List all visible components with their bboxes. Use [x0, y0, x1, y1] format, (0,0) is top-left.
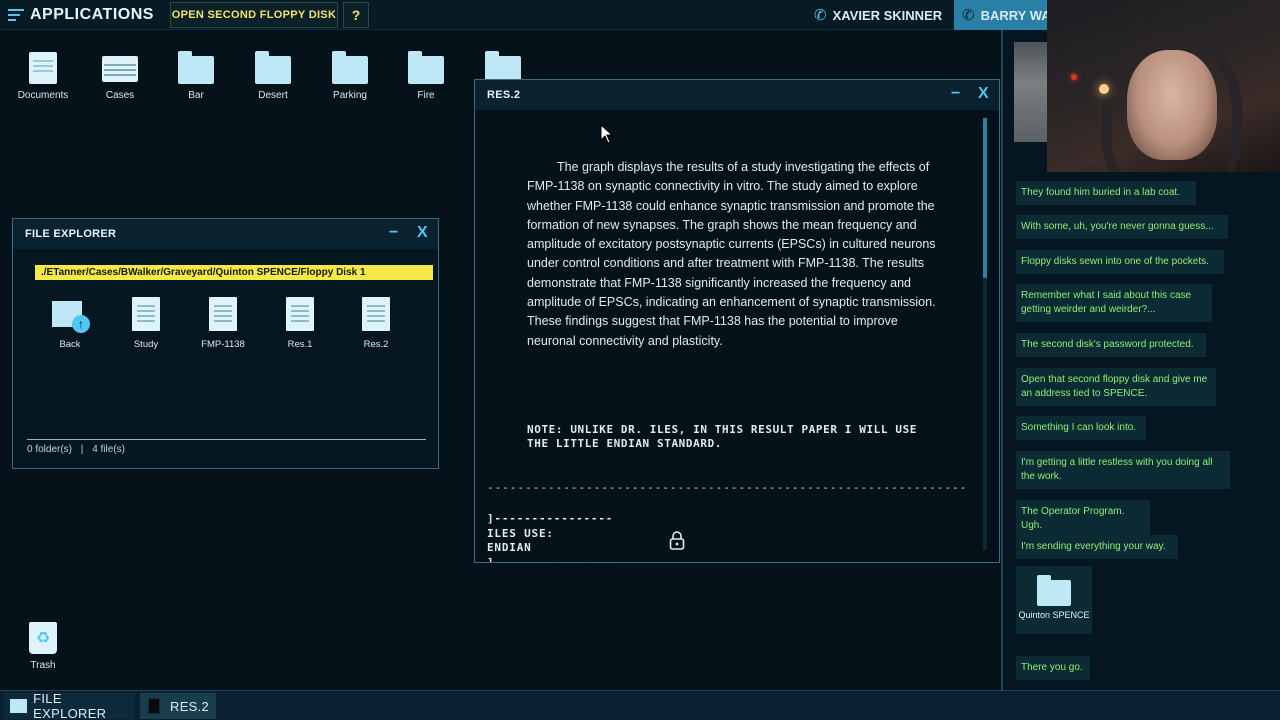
webcam-overlay	[1047, 0, 1280, 172]
desktop-icon-label: Trash	[30, 660, 56, 671]
lock-icon[interactable]	[668, 530, 686, 550]
taskbar: FILE EXPLORER RES.2	[0, 690, 1280, 720]
desktop-icon-label: Documents	[17, 90, 69, 101]
folder-icon	[408, 51, 444, 84]
phone-icon: ✆	[962, 7, 975, 24]
chat-message: The Operator Program. Ugh.	[1016, 500, 1150, 538]
folder-icon	[255, 51, 291, 84]
hamburger-menu-icon	[8, 9, 24, 21]
file-item-label: Res.1	[287, 339, 313, 350]
applications-menu-button[interactable]: APPLICATIONS	[0, 0, 168, 30]
window-title: FILE EXPLORER	[25, 228, 117, 240]
contact-portrait	[1014, 42, 1048, 142]
status-separator: |	[80, 444, 84, 455]
desktop-icon-parking[interactable]: Parking	[318, 51, 382, 101]
document-note: NOTE: UNLIKE DR. ILES, IN THIS RESULT PA…	[527, 423, 918, 450]
res2-document-window: RES.2 − X The graph displays the results…	[474, 79, 1000, 563]
desktop-icon-label: Desert	[258, 90, 288, 101]
document-icon	[148, 698, 160, 714]
call-contact-xavier[interactable]: ✆ XAVIER SKINNER	[814, 0, 954, 30]
chat-message: Something I can look into.	[1016, 416, 1146, 440]
file-item-res-1[interactable]: Res.1	[270, 297, 330, 350]
folder-icon	[10, 699, 28, 713]
taskbar-label: FILE EXPLORER	[33, 691, 107, 720]
file-icon	[362, 297, 390, 331]
file-item-study[interactable]: Study	[116, 297, 176, 350]
chat-message: There you go.	[1016, 656, 1090, 680]
taskbar-item-file-explorer[interactable]: FILE EXPLORER	[4, 691, 134, 720]
desktop-icon-label: Cases	[105, 90, 135, 101]
locked-code-block: ]---------------- ILES USE: ENDIAN ]----…	[487, 512, 614, 563]
document-scrollbar[interactable]	[983, 118, 987, 550]
document-body: The graph displays the results of a stud…	[475, 110, 983, 562]
call-contact-barry[interactable]: ✆ BARRY WA	[954, 0, 1054, 30]
folder-icon	[332, 51, 368, 84]
desktop-icon-fire[interactable]: Fire	[394, 51, 458, 101]
file-item-label: FMP-1138	[201, 339, 245, 350]
chat-message: Open that second floppy disk and give me…	[1016, 368, 1216, 406]
trash-icon	[29, 622, 57, 654]
contact-name: XAVIER SKINNER	[832, 7, 943, 23]
desktop-icon-documents[interactable]: Documents	[11, 52, 75, 101]
taskbar-item-res2[interactable]: RES.2	[140, 693, 216, 719]
chat-folder-attachment[interactable]: Quinton SPENCE	[1016, 566, 1092, 634]
document-paragraph: The graph displays the results of a stud…	[527, 160, 936, 348]
file-explorer-window: FILE EXPLORER − X ./ETanner/Cases/BWalke…	[12, 218, 439, 469]
folder-icon	[178, 51, 214, 84]
desktop-icon-trash[interactable]: Trash	[12, 622, 74, 671]
chat-message: I'm getting a little restless with you d…	[1016, 451, 1230, 489]
chat-message: I'm sending everything your way.	[1016, 535, 1178, 559]
desktop-icon-label: Fire	[417, 90, 435, 101]
file-item-label: Res.2	[363, 339, 389, 350]
attachment-label: Quinton SPENCE	[1018, 610, 1090, 620]
back-folder-icon: ↑	[52, 297, 90, 333]
res2-titlebar[interactable]: RES.2 − X	[475, 80, 999, 110]
mouse-cursor-icon	[600, 124, 614, 144]
help-button[interactable]: ?	[343, 2, 369, 28]
taskbar-label: RES.2	[170, 698, 210, 714]
file-icon	[132, 297, 160, 331]
window-title: RES.2	[487, 89, 521, 101]
chat-message: They found him buried in a lab coat.	[1016, 181, 1196, 205]
file-item-back[interactable]: ↑ Back	[40, 297, 100, 350]
chat-message: Floppy disks sewn into one of the pocket…	[1016, 250, 1224, 274]
file-item-label: Study	[133, 339, 159, 350]
phone-icon: ✆	[814, 7, 827, 24]
path-bar[interactable]: ./ETanner/Cases/BWalker/Graveyard/Quinto…	[35, 265, 433, 280]
desktop-icon-label: Parking	[333, 90, 367, 101]
folder-count: 0 folder(s)	[27, 444, 73, 455]
current-task-button[interactable]: OPEN SECOND FLOPPY DISK	[170, 2, 338, 28]
contact-name: BARRY WA	[980, 7, 1051, 23]
document-divider: ----------------------------------------…	[487, 481, 967, 494]
file-icon	[209, 297, 237, 331]
close-button[interactable]: X	[417, 224, 428, 242]
file-item-res-2[interactable]: Res.2	[346, 297, 406, 350]
file-item-label: Back	[59, 339, 81, 350]
file-icon	[286, 297, 314, 331]
file-count: 4 file(s)	[92, 444, 125, 455]
desktop-icon-label: Bar	[188, 90, 204, 101]
scrollbar-thumb[interactable]	[983, 118, 987, 278]
file-explorer-status: 0 folder(s) | 4 file(s)	[27, 439, 426, 455]
chat-message: The second disk's password protected.	[1016, 333, 1206, 357]
desktop-icon-bar[interactable]: Bar	[164, 51, 228, 101]
cases-icon	[102, 52, 138, 84]
desktop-icon-desert[interactable]: Desert	[241, 51, 305, 101]
minimize-button[interactable]: −	[951, 85, 961, 103]
desktop-icon-cases[interactable]: Cases	[88, 52, 152, 101]
documents-icon	[25, 52, 61, 84]
file-item-fmp-1138[interactable]: FMP-1138	[193, 297, 253, 350]
file-explorer-titlebar[interactable]: FILE EXPLORER − X	[13, 219, 438, 249]
folder-icon	[1037, 575, 1071, 606]
applications-label: APPLICATIONS	[30, 6, 154, 23]
close-button[interactable]: X	[978, 85, 989, 103]
chat-message: With some, uh, you're never gonna guess.…	[1016, 215, 1228, 239]
minimize-button[interactable]: −	[389, 224, 399, 242]
chat-message: Remember what I said about this case get…	[1016, 284, 1212, 322]
